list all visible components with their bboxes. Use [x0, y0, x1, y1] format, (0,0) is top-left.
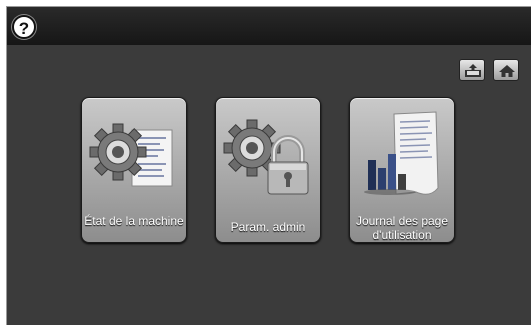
gear-lock-icon — [223, 119, 309, 195]
help-button[interactable]: ? — [12, 15, 36, 39]
admin-settings-tile[interactable]: Param. admin — [215, 97, 321, 243]
machine-status-tile[interactable]: État de la machine — [81, 97, 187, 243]
home-button[interactable] — [493, 59, 519, 81]
machine-status-label: État de la machine — [84, 214, 184, 228]
usage-log-tile[interactable]: Journal des page d'utilisation — [349, 97, 455, 243]
screen: ? État de la machine Param. admin Journa… — [6, 6, 531, 325]
top-bar: ? — [7, 7, 531, 45]
usage-log-label: Journal des page d'utilisation — [355, 214, 449, 242]
tray-icon — [465, 64, 481, 77]
admin-settings-label: Param. admin — [230, 220, 306, 234]
home-icon — [499, 65, 515, 77]
tray-button[interactable] — [459, 59, 485, 81]
usage-report-chart-icon — [364, 111, 439, 195]
gear-document-icon — [89, 123, 173, 187]
